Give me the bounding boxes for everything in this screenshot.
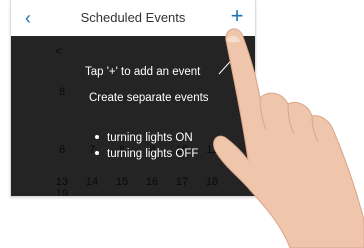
page-title: Scheduled Events bbox=[80, 10, 186, 25]
hand-illustration bbox=[213, 28, 364, 248]
chevron-left-icon: ‹ bbox=[25, 8, 31, 28]
back-button[interactable]: ‹ bbox=[19, 8, 37, 28]
